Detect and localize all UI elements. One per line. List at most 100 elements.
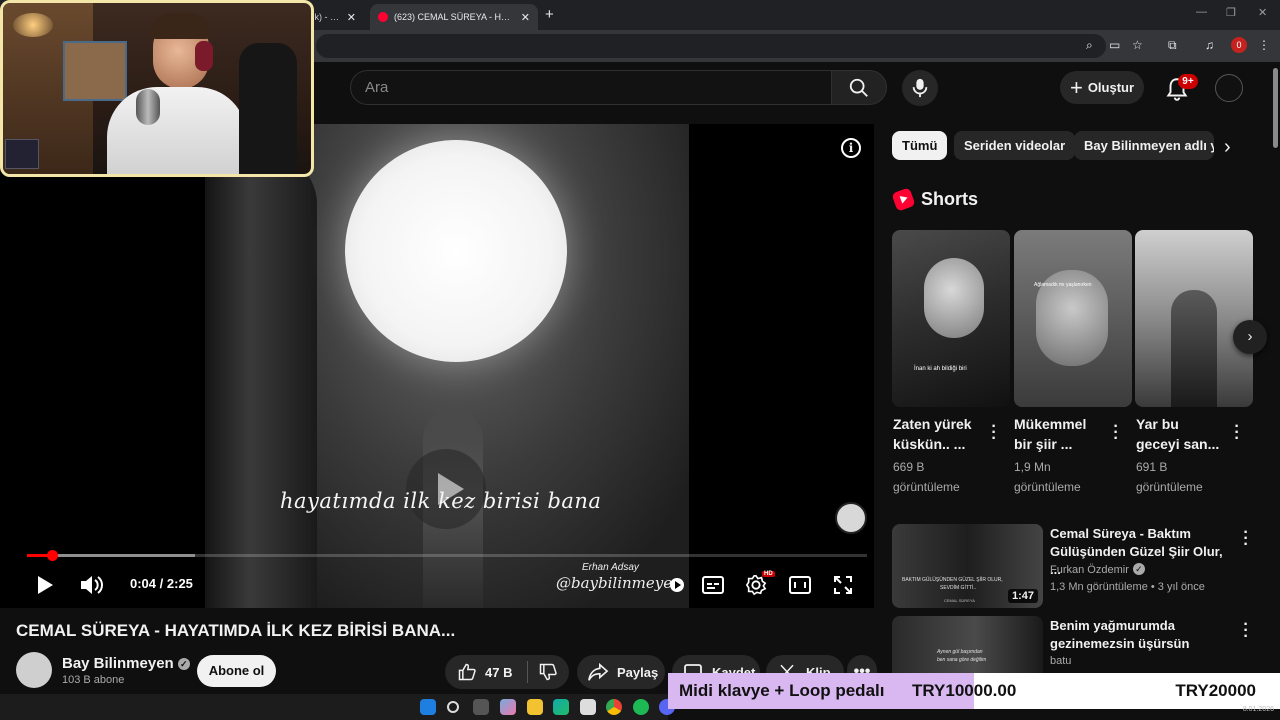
page-scrollbar[interactable]	[1271, 62, 1280, 674]
donation-goal-bar: Midi klavye + Loop pedalı TRY10000.00 TR…	[668, 673, 1280, 709]
short-title[interactable]: Yar bu geceyi san...	[1136, 414, 1236, 454]
webcam-overlay	[0, 0, 314, 177]
related-channel[interactable]: Furkan Özdemir ✓	[1050, 563, 1145, 576]
fullscreen-button[interactable]	[830, 572, 856, 598]
short-title[interactable]: Mükemmel bir şiir ...	[1014, 414, 1114, 454]
more-vertical-icon[interactable]: · · ·	[1242, 525, 1250, 553]
more-vertical-icon[interactable]: · · ·	[990, 419, 998, 447]
create-label: Oluştur	[1087, 80, 1135, 95]
studio-microphone	[136, 89, 160, 125]
more-vertical-icon[interactable]: · · ·	[1242, 617, 1250, 645]
headphones-shape	[195, 41, 213, 71]
chevron-right-icon[interactable]: ›	[1224, 136, 1231, 159]
settings-button[interactable]: HD	[743, 571, 775, 598]
info-icon[interactable]: i	[841, 138, 861, 158]
media-control-icon[interactable]: ♫	[1205, 38, 1214, 52]
new-tab-button[interactable]: +	[545, 6, 554, 23]
video-player[interactable]: hayatımda ilk kez birisi bana i Erhan Ad…	[0, 124, 874, 608]
lamp-light	[13, 13, 53, 37]
play-button[interactable]	[34, 572, 56, 598]
dislike-button[interactable]	[528, 662, 568, 682]
related-channel-name[interactable]: Furkan Özdemir	[1050, 564, 1129, 576]
short-views-count: 691 B	[1136, 460, 1168, 474]
copilot-icon[interactable]	[500, 699, 516, 715]
gear-icon	[745, 575, 767, 596]
profile-badge[interactable]: 0	[1231, 37, 1247, 53]
short-views: 1,9 Mn görüntüleme	[1014, 457, 1114, 497]
subscribe-button[interactable]: Abone ol	[197, 655, 276, 687]
address-bar[interactable]	[316, 34, 1106, 58]
store-icon[interactable]	[580, 699, 596, 715]
video-thumbnail[interactable]: Aynen gül başımdan ben sana göre değilim	[892, 616, 1043, 674]
more-vertical-icon[interactable]: · · ·	[1233, 419, 1241, 447]
progress-bar[interactable]	[27, 550, 867, 561]
short-views-count: 669 B	[893, 460, 925, 474]
volume-button[interactable]	[78, 572, 104, 598]
plus-icon: +	[1069, 74, 1083, 100]
play-icon	[38, 576, 53, 594]
shorts-heading: Shorts	[921, 189, 979, 209]
file-explorer-icon[interactable]	[527, 699, 543, 715]
search-button[interactable]	[831, 70, 887, 105]
chrome-icon[interactable]	[606, 699, 622, 715]
share-label: Paylaş	[617, 664, 659, 680]
chip-channel[interactable]: Bay Bilinmeyen adlı yü	[1074, 131, 1214, 160]
search-box	[350, 70, 831, 105]
youtube-favicon-icon	[378, 12, 388, 22]
chip-series[interactable]: Seriden videolar	[954, 131, 1076, 160]
cast-icon[interactable]: ▭	[1109, 38, 1120, 52]
edge-icon[interactable]	[553, 699, 569, 715]
account-avatar[interactable]	[1215, 74, 1243, 102]
chip-all[interactable]: Tümü	[892, 131, 948, 160]
progress-scrubber[interactable]	[47, 550, 59, 561]
short-thumbnail[interactable]: Ağlamadık mı yaşlanırken	[1014, 230, 1132, 407]
taskbar-search-icon[interactable]	[447, 701, 459, 713]
close-window-icon[interactable]: ✕	[1258, 6, 1267, 19]
zoom-icon[interactable]: ⌕	[1086, 38, 1093, 53]
lyric-subtitle: hayatımda ilk kez birisi bana	[280, 489, 602, 513]
channel-name-text[interactable]: Bay Bilinmeyen	[62, 655, 174, 672]
theater-mode-button[interactable]	[787, 572, 813, 598]
time-display: 0:04 / 2:25	[130, 576, 193, 591]
short-figure-shape	[1171, 290, 1217, 407]
tab-close-icon[interactable]: ✕	[521, 11, 530, 24]
voice-search-button[interactable]	[902, 70, 938, 106]
bookmark-star-icon[interactable]: ☆	[1132, 38, 1143, 52]
video-frame	[205, 124, 689, 608]
short-title-line: Zaten yürek	[893, 416, 972, 432]
thumbnail-caption: ben sana göre değilim	[937, 657, 987, 663]
moon-light	[345, 140, 567, 362]
short-thumbnail[interactable]	[1135, 230, 1253, 407]
subtitles-icon	[702, 576, 724, 594]
create-button[interactable]: + Oluştur	[1060, 71, 1144, 104]
video-thumbnail[interactable]: BAKTIM GÜLÜŞÜNDEN GÜZEL ŞİİR OLUR, SEVDİ…	[892, 524, 1043, 608]
miniplayer-toggle[interactable]	[668, 572, 686, 598]
extensions-icon[interactable]: ⧉	[1168, 38, 1177, 53]
task-view-icon[interactable]	[473, 699, 489, 715]
start-menu-icon[interactable]	[420, 699, 436, 715]
browser-menu-icon[interactable]: ⋮	[1258, 38, 1270, 52]
related-video-title[interactable]: Benim yağmurumda gezinemezsin üşürsün	[1050, 617, 1230, 653]
short-title-line: geceyi san...	[1136, 436, 1220, 452]
stream-deck	[5, 139, 39, 169]
spotify-icon[interactable]	[633, 699, 649, 715]
channel-name[interactable]: Bay Bilinmeyen ✓	[62, 655, 190, 672]
channel-avatar[interactable]	[16, 652, 52, 688]
channel-watermark-avatar[interactable]	[835, 502, 867, 534]
scrollbar-thumb[interactable]	[1273, 68, 1278, 148]
minimize-icon[interactable]: —	[1196, 6, 1207, 18]
like-button[interactable]: 47 B	[445, 662, 527, 682]
channel-watermark-text: @baybilinmeyen	[556, 574, 682, 592]
shorts-next-button[interactable]: ›	[1233, 320, 1267, 354]
thumbnail-caption: BAKTIM GÜLÜŞÜNDEN GÜZEL ŞİİR OLUR,	[902, 577, 1003, 583]
share-button[interactable]: Paylaş	[577, 655, 665, 689]
subtitles-button[interactable]	[700, 572, 726, 598]
browser-tab-active[interactable]: (623) CEMAL SÜREYA - HAYATIMDA ✕	[370, 4, 538, 30]
tab-close-icon[interactable]: ✕	[347, 11, 356, 24]
maximize-icon[interactable]: ❐	[1226, 6, 1236, 19]
related-channel-name[interactable]: batu	[1050, 655, 1071, 667]
search-input[interactable]	[351, 71, 831, 104]
more-vertical-icon[interactable]: · · ·	[1112, 419, 1120, 447]
short-title[interactable]: Zaten yürek küskün.. ...	[893, 414, 993, 454]
short-thumbnail[interactable]: İnan ki ah bildiği biri	[892, 230, 1010, 407]
